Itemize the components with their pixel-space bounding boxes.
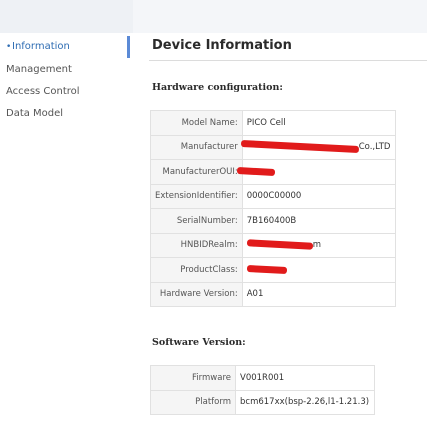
sidebar-item-access-control[interactable]: Access Control	[0, 81, 130, 103]
manufacturer-key: Manufacturer	[150, 134, 243, 160]
redaction-mark	[246, 239, 313, 250]
table-row: Hardware Version: A01	[150, 281, 396, 307]
redaction-mark	[246, 264, 287, 274]
table-row: Firmware V001R001	[150, 365, 375, 391]
sidebar-item-label: Information	[12, 41, 70, 52]
hardware-table: Model Name: PICO Cell Manufacturer Co.,L…	[150, 110, 396, 307]
hnbid-realm-value-cell: m	[241, 232, 396, 258]
table-row: SerialNumber: 7B160400B	[150, 208, 396, 234]
model-name-key: Model Name:	[150, 110, 243, 136]
table-row: Platform bcm617xx(bsp-2.26,l1-1.21.3)	[150, 389, 375, 415]
extension-identifier-value: 0000C00000	[241, 183, 396, 209]
main-content: Device Information Hardware configuratio…	[133, 0, 427, 430]
table-row: ProductClass:	[150, 257, 396, 283]
sidebar-item-information[interactable]: •Information	[0, 36, 130, 58]
extension-identifier-key: ExtensionIdentifier:	[150, 183, 243, 209]
table-row: ExtensionIdentifier: 0000C00000	[150, 183, 396, 209]
hardware-version-value: A01	[241, 281, 396, 307]
table-row: Model Name: PICO Cell	[150, 110, 396, 136]
sidebar: •Information Management Access Control D…	[0, 0, 133, 430]
redaction-mark	[236, 166, 275, 176]
manufacturer-oui-key: ManufacturerOUI:	[150, 159, 243, 185]
platform-value: bcm617xx(bsp-2.26,l1-1.21.3)	[235, 389, 375, 415]
sidebar-header-bar	[0, 0, 133, 33]
manufacturer-value-cell: Co.,LTD	[240, 134, 396, 160]
title-divider	[149, 60, 427, 61]
software-table: Firmware V001R001 Platform bcm617xx(bsp-…	[150, 365, 375, 415]
manufacturer-oui-value-cell	[236, 159, 396, 185]
table-row: Manufacturer Co.,LTD	[150, 134, 396, 160]
table-row: HNBIDRealm: m	[150, 232, 396, 258]
product-class-key: ProductClass:	[150, 257, 243, 283]
software-section-heading: Software Version:	[152, 337, 246, 348]
table-row: ManufacturerOUI:	[150, 159, 396, 185]
sidebar-item-label: Management	[6, 64, 72, 75]
serial-number-value: 7B160400B	[241, 208, 396, 234]
main-header-bar	[133, 0, 427, 33]
sidebar-item-label: Access Control	[6, 86, 80, 97]
firmware-value: V001R001	[235, 365, 375, 391]
platform-key: Platform	[150, 389, 236, 415]
page-title: Device Information	[152, 38, 292, 53]
sidebar-item-label: Data Model	[6, 108, 64, 119]
sidebar-item-management[interactable]: Management	[0, 59, 130, 81]
hnbid-realm-value: m	[312, 240, 322, 251]
manufacturer-value: Co.,LTD	[358, 142, 391, 153]
model-name-value: PICO Cell	[241, 110, 396, 136]
serial-number-key: SerialNumber:	[150, 208, 243, 234]
firmware-key: Firmware	[150, 365, 236, 391]
redaction-mark	[240, 140, 359, 154]
hardware-section-heading: Hardware configuration:	[152, 82, 283, 93]
hnbid-realm-key: HNBIDRealm:	[150, 232, 243, 258]
sidebar-item-data-model[interactable]: Data Model	[0, 103, 130, 125]
product-class-value-cell	[241, 257, 396, 283]
hardware-version-key: Hardware Version:	[150, 281, 243, 307]
